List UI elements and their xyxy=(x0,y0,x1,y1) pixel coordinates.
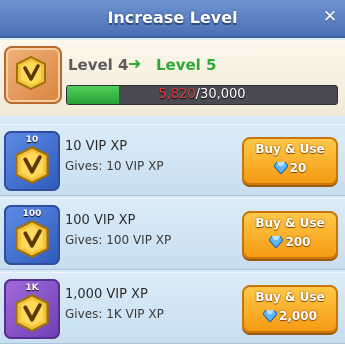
item-quantity-badge: 10 xyxy=(25,135,39,145)
gem-icon xyxy=(272,161,289,177)
vip-xp-item-icon: 1K xyxy=(4,279,60,339)
progress-text: 5,820/30,000 xyxy=(67,87,337,102)
item-quantity-badge: 100 xyxy=(22,209,42,219)
buy-price: 2,000 xyxy=(244,309,336,325)
vip-xp-item-icon: 10 xyxy=(4,131,60,191)
buy-button-label: Buy & Use xyxy=(255,290,325,304)
vip-token-icon xyxy=(4,46,62,104)
buy-price: 20 xyxy=(244,161,336,177)
list-item: 1K 1,000 VIP XP Gives: 1K VIP XP Buy & U… xyxy=(0,272,345,344)
item-name: 10 VIP XP xyxy=(65,139,128,154)
buy-and-use-button[interactable]: Buy & Use 2,000 xyxy=(242,285,338,333)
buy-button-label: Buy & Use xyxy=(255,142,325,156)
item-quantity-badge: 1K xyxy=(25,283,39,293)
vip-xp-item-icon: 100 xyxy=(4,205,60,265)
list-item: 10 10 VIP XP Gives: 10 VIP XP Buy & Use … xyxy=(0,124,345,196)
price-value: 2,000 xyxy=(279,309,317,323)
buy-and-use-button[interactable]: Buy & Use 200 xyxy=(242,211,338,259)
dialog-header: Increase Level ✕ xyxy=(0,0,345,38)
progress-max: /30,000 xyxy=(195,87,246,102)
buy-price: 200 xyxy=(244,235,336,251)
gem-icon xyxy=(262,309,278,325)
item-gives: Gives: 100 VIP XP xyxy=(65,233,172,247)
gem-icon xyxy=(268,235,285,251)
price-value: 20 xyxy=(289,161,307,175)
level-progress-bar: 5,820/30,000 xyxy=(66,85,338,105)
item-name: 1,000 VIP XP xyxy=(65,287,148,302)
level-panel: Level 4 ➜ Level 5 5,820/30,000 xyxy=(0,40,345,116)
price-value: 200 xyxy=(285,235,311,249)
progress-current: 5,820 xyxy=(158,87,196,102)
arrow-right-icon: ➜ xyxy=(128,54,142,73)
item-name: 100 VIP XP xyxy=(65,213,136,228)
list-item: 100 100 VIP XP Gives: 100 VIP XP Buy & U… xyxy=(0,198,345,270)
close-icon[interactable]: ✕ xyxy=(321,8,339,26)
buy-button-label: Buy & Use xyxy=(255,216,325,230)
item-gives: Gives: 1K VIP XP xyxy=(65,307,164,321)
next-level: Level 5 xyxy=(156,56,217,74)
dialog-title: Increase Level xyxy=(107,8,238,27)
current-level: Level 4 xyxy=(68,56,129,74)
buy-and-use-button[interactable]: Buy & Use 20 xyxy=(242,137,338,185)
item-gives: Gives: 10 VIP XP xyxy=(65,159,164,173)
